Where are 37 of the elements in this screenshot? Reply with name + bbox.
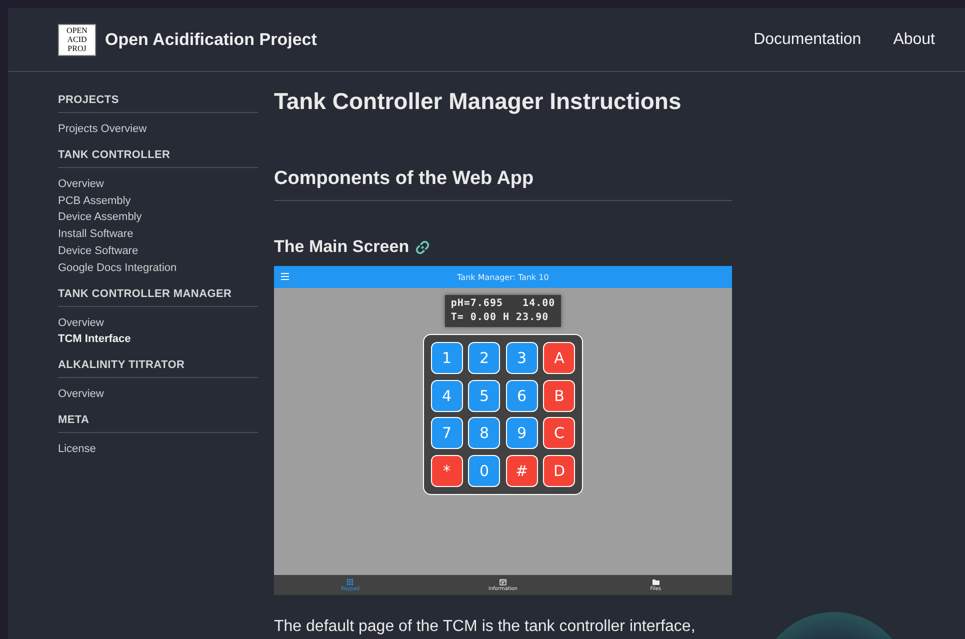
sidebar-link[interactable]: Overview (58, 314, 104, 332)
pad-button[interactable]: A (543, 342, 576, 374)
nav-link[interactable]: Documentation (754, 30, 862, 48)
sidebar-link[interactable]: TCM Interface (58, 331, 131, 348)
site-title[interactable]: Open Acidification Project (105, 30, 317, 50)
section-heading: TANK CONTROLLER MANAGER (58, 288, 258, 307)
page-title: Tank Controller Manager Instructions (274, 88, 682, 116)
site-logo[interactable]: OPEN ACID PROJ (58, 24, 96, 56)
sidebar-link[interactable]: License (58, 440, 96, 458)
nav-link[interactable]: About (893, 30, 935, 48)
pad-button[interactable]: B (543, 380, 576, 412)
section-heading: TANK CONTROLLER (58, 148, 258, 168)
menu-icon[interactable] (281, 273, 289, 280)
section-title: Components of the Web App (274, 168, 534, 190)
pad-button[interactable]: D (543, 454, 576, 486)
sidebar-link[interactable]: Projects Overview (58, 121, 147, 138)
sidebar-link[interactable]: Google Docs Integration (58, 260, 177, 277)
pad-button[interactable]: C (543, 417, 576, 449)
folder-icon (652, 578, 660, 586)
section-heading: META (58, 414, 258, 433)
grid-icon (346, 578, 354, 586)
sidebar-link[interactable]: Device Assembly (58, 209, 142, 226)
lcd-display: pH=7.695 14.00 T= 0.00 H 23.90 (444, 295, 562, 327)
subsection-title: The Main Screen (274, 237, 410, 257)
link-icon[interactable] (415, 240, 430, 254)
pad-button[interactable]: # (506, 454, 538, 486)
section-heading: ALKALINITY TITRATOR (58, 359, 258, 378)
section-heading: PROJECTS (58, 94, 258, 113)
sidebar-link[interactable]: Overview (58, 386, 104, 403)
calendar-icon (499, 578, 507, 586)
body-text: The default page of the TCM is the tank controller interface, (274, 617, 696, 636)
pad-button[interactable]: * (430, 454, 463, 486)
sidebar-link[interactable]: Overview (58, 176, 104, 193)
app-bar-title: Tank Manager: Tank 10 (457, 272, 549, 282)
sidebar-link[interactable]: Install Software (58, 226, 134, 243)
sidebar-link[interactable]: PCB Assembly (58, 192, 131, 210)
sidebar-link[interactable]: Device Software (58, 242, 138, 260)
